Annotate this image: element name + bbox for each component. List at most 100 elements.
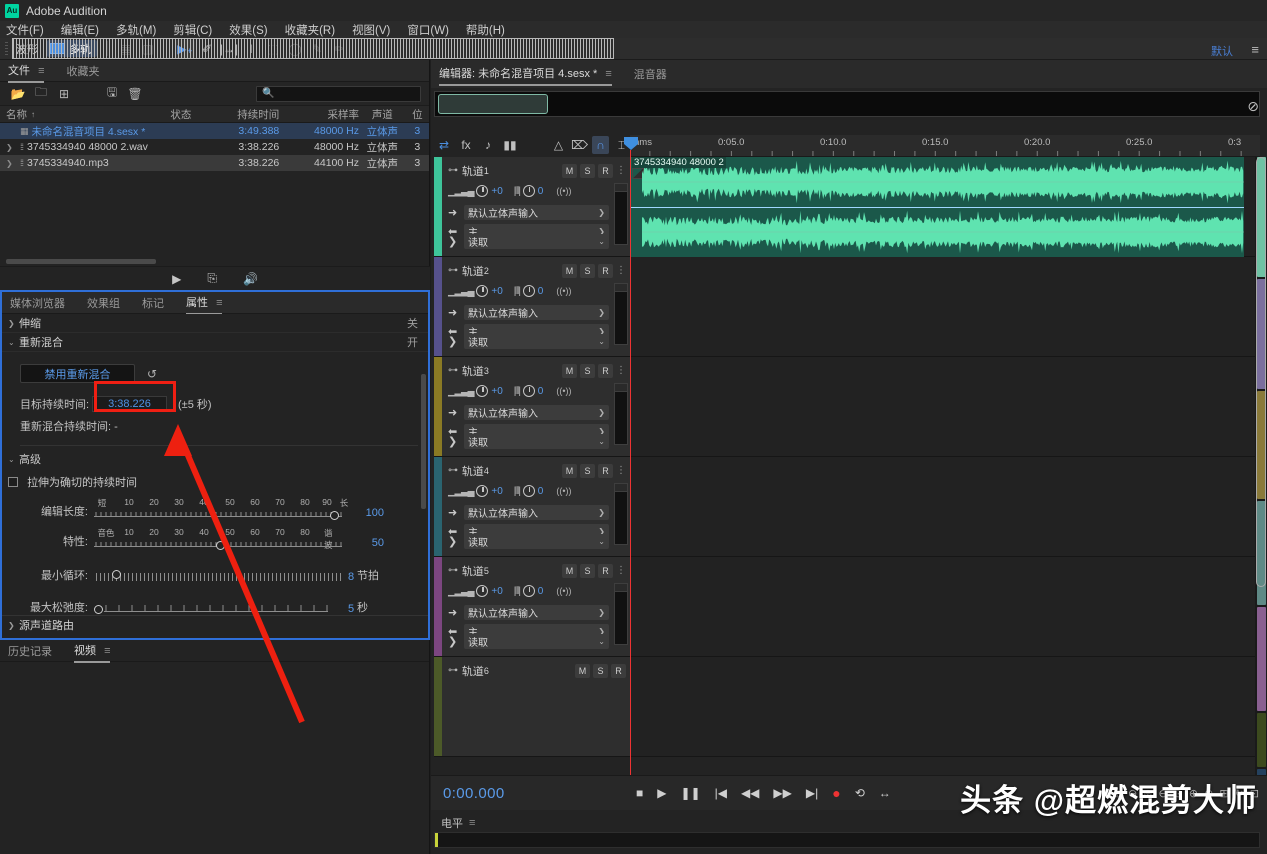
track-name[interactable]: 轨道	[462, 563, 484, 579]
min-loop-slider[interactable]	[94, 562, 342, 584]
pan-knob[interactable]	[522, 285, 535, 297]
track-automation-select[interactable]: 读取 ⌄	[464, 433, 609, 449]
record-arm-button[interactable]: R	[611, 663, 626, 678]
track-options-icon[interactable]: ⋮	[616, 165, 626, 176]
tab-effects-rack[interactable]: 效果组	[87, 292, 120, 314]
stretch-exact-checkbox[interactable]	[8, 477, 18, 487]
track-options-icon[interactable]: ⋮	[616, 465, 626, 476]
stop-button[interactable]: ■	[636, 786, 643, 800]
properties-vertical-scrollbar[interactable]	[421, 374, 426, 509]
track-lane[interactable]: 3745334940 48000 2	[630, 157, 1260, 257]
volume-value[interactable]: +0	[491, 486, 502, 497]
toolbar-grip[interactable]	[5, 41, 8, 56]
solo-button[interactable]: S	[580, 463, 595, 478]
solo-button[interactable]: S	[580, 163, 595, 178]
current-time-display[interactable]: 0:00.000	[443, 785, 505, 802]
col-name[interactable]: 名称 ↑	[0, 107, 170, 122]
timeline-ruler[interactable]: hms 0:05.0 0:10.0 0:15.0 0:20.0 0:25.0 0…	[630, 135, 1260, 157]
col-state[interactable]: 状态	[170, 107, 209, 122]
stretch-section-header[interactable]: ❯ 伸缩 关	[2, 314, 428, 333]
table-row[interactable]: ❯ ⁞⁞ 3745334940 48000 2.wav 3:38.226 480…	[0, 139, 429, 155]
volume-value[interactable]: +0	[491, 286, 502, 297]
track-lane[interactable]	[630, 557, 1260, 656]
track-lane[interactable]	[630, 457, 1260, 556]
menu-view[interactable]: 视图(V)	[352, 22, 401, 38]
pan-knob[interactable]	[522, 385, 535, 397]
editor-panel-menu-icon[interactable]: ≡	[605, 68, 611, 80]
menu-multitrack[interactable]: 多轨(M)	[116, 22, 167, 38]
files-search-input[interactable]: 🔍	[256, 85, 421, 102]
track-input-select[interactable]: 默认立体声输入 ❯	[464, 504, 609, 520]
tab-media-browser[interactable]: 媒体浏览器	[10, 292, 65, 314]
character-knob[interactable]	[216, 541, 225, 550]
track-name[interactable]: 轨道	[462, 463, 484, 479]
tab-editor[interactable]: 编辑器: 未命名混音项目 4.sesx * ≡	[439, 62, 612, 86]
video-panel-menu-icon[interactable]: ≡	[104, 645, 110, 657]
mute-button[interactable]: M	[562, 163, 577, 178]
auto-play-icon[interactable]: ⎘	[207, 271, 217, 286]
menu-effects[interactable]: 效果(S)	[229, 22, 278, 38]
col-bits[interactable]: 位	[406, 107, 429, 122]
volume-value[interactable]: +0	[491, 586, 502, 597]
import-folder-icon[interactable]: 🗀	[31, 85, 51, 103]
pause-button[interactable]: ❚❚	[680, 786, 700, 800]
target-duration-field[interactable]: 3:38.226	[92, 396, 167, 412]
col-duration[interactable]: 持续时间	[209, 107, 279, 122]
pan-knob[interactable]	[522, 585, 535, 597]
track-name[interactable]: 轨道	[462, 163, 484, 179]
fast-forward-button[interactable]: ▶▶	[773, 786, 791, 800]
expand-arrow[interactable]: ❯	[6, 159, 16, 168]
stretch-section-state[interactable]: 关	[407, 315, 418, 331]
pan-value[interactable]: 0	[538, 386, 544, 397]
tab-favorites[interactable]: 收藏夹	[66, 60, 99, 82]
solo-button[interactable]: S	[580, 263, 595, 278]
move-to-end-button[interactable]: ▶|	[806, 786, 818, 800]
track-automation-select[interactable]: 读取 ⌄	[464, 633, 609, 649]
track-options-icon[interactable]: ⋮	[616, 265, 626, 276]
record-arm-button[interactable]: R	[598, 463, 613, 478]
automation-expand-icon[interactable]: ❯	[448, 235, 460, 248]
preview-volume-icon[interactable]: 🔊	[243, 272, 258, 286]
table-row[interactable]: ▦ 未命名混音项目 4.sesx * 3:49.388 48000 Hz 立体声…	[0, 123, 429, 139]
track-lane[interactable]	[630, 657, 1260, 756]
edit-length-knob[interactable]	[330, 511, 339, 520]
effects-rack-icon[interactable]: fx	[456, 136, 476, 154]
automation-expand-icon[interactable]: ❯	[448, 435, 460, 448]
menu-file[interactable]: 文件(F)	[6, 22, 55, 38]
character-slider[interactable]: 音色 10 20 30 40 50 60 70 80 谐波	[94, 527, 342, 550]
pan-value[interactable]: 0	[538, 486, 544, 497]
automation-expand-icon[interactable]: ❯	[448, 535, 460, 548]
track-lane[interactable]	[630, 357, 1260, 456]
track-automation-select[interactable]: 读取 ⌄	[464, 533, 609, 549]
menu-window[interactable]: 窗口(W)	[407, 22, 460, 38]
automation-expand-icon[interactable]: ❯	[448, 335, 460, 348]
remix-section-header[interactable]: ⌄ 重新混合 开	[2, 333, 428, 352]
files-panel-menu-icon[interactable]: ≡	[38, 65, 44, 77]
volume-knob[interactable]	[476, 285, 489, 297]
col-sample-rate[interactable]: 采样率	[279, 107, 359, 122]
track-automation-select[interactable]: 读取 ⌄	[464, 233, 609, 249]
tab-properties[interactable]: 属性 ≡	[186, 291, 223, 315]
menu-edit[interactable]: 编辑(E)	[61, 22, 110, 38]
mute-button[interactable]: M	[562, 363, 577, 378]
volume-knob[interactable]	[476, 585, 489, 597]
automation-expand-icon[interactable]: ❯	[448, 635, 460, 648]
min-loop-knob[interactable]	[112, 570, 121, 579]
playhead-marker-icon[interactable]	[624, 137, 638, 150]
track-input-select[interactable]: 默认立体声输入 ❯	[464, 604, 609, 620]
waveform-view-button[interactable]: 波形	[12, 38, 614, 59]
rewind-button[interactable]: ◀◀	[741, 786, 759, 800]
record-arm-button[interactable]: R	[598, 163, 613, 178]
files-horizontal-scrollbar[interactable]	[6, 259, 156, 264]
pan-value[interactable]: 0	[538, 286, 544, 297]
max-slack-slider[interactable]	[94, 594, 342, 616]
track-automation-select[interactable]: 读取 ⌄	[464, 333, 609, 349]
loop-button[interactable]: ⟲	[855, 786, 865, 800]
mute-button[interactable]: M	[575, 663, 590, 678]
tracks-vertical-scrollbar[interactable]	[1255, 157, 1267, 819]
menu-help[interactable]: 帮助(H)	[466, 22, 516, 38]
metronome-icon[interactable]: △	[550, 136, 567, 154]
reset-icon[interactable]: ↺	[147, 367, 157, 381]
remix-section-state[interactable]: 开	[407, 334, 418, 350]
levels-icon[interactable]: ▮▮	[500, 136, 520, 154]
